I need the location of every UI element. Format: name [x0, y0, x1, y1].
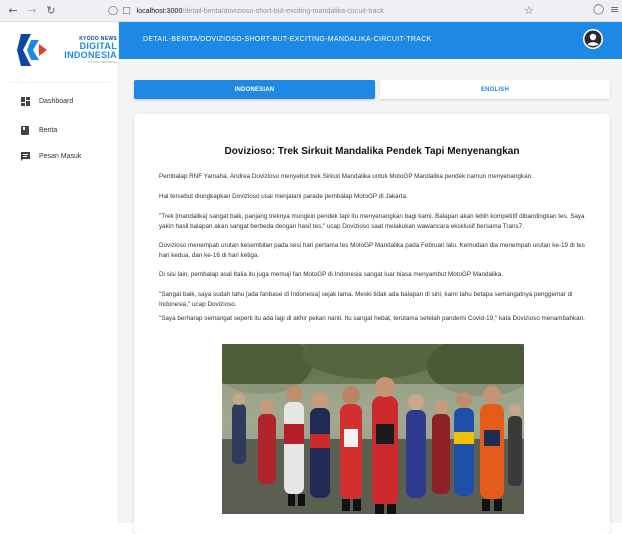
- url-text[interactable]: localhost:3000/detail-berita/dovizioso-s…: [137, 8, 384, 15]
- url-path: /detail-berita/dovizioso-short-but-excit…: [182, 7, 384, 15]
- pocket-icon[interactable]: ◯: [593, 4, 604, 15]
- page-icon[interactable]: □: [122, 6, 131, 16]
- article-paragraph: "Saya berharap semangat seperti itu ada …: [159, 315, 585, 322]
- article-card: Dovizioso: Trek Sirkuit Mandalika Pendek…: [134, 114, 610, 534]
- bookmark-star-icon[interactable]: ☆: [524, 4, 534, 17]
- app-header: DETAIL-BERITA/DOVIZIOSO-SHORT-BUT-EXCITI…: [119, 22, 622, 59]
- article-title: Dovizioso: Trek Sirkuit Mandalika Pendek…: [224, 146, 520, 157]
- article-paragraph: Pembalap RNF Yamaha, Andrea Dovizioso me…: [159, 173, 533, 180]
- article-paragraph: "Trek [mandalika] sangat baik, panjang t…: [159, 213, 585, 230]
- book-icon: [20, 125, 30, 135]
- logo-text: KYODO NEWS DIGITAL INDONESIA PT. RAD IND…: [57, 36, 117, 64]
- article-paragraph: Dovizioso menempati urutan kesembilan pa…: [159, 242, 585, 259]
- article-paragraph: "Sangat baik, saya sudah tahu [ada fanba…: [159, 291, 573, 308]
- reload-icon[interactable]: ↻: [43, 3, 59, 19]
- article-paragraph: Di sisi lain, pembalap asal Italia itu j…: [159, 271, 504, 278]
- main-content: INDONESIAN ENGLISH Dovizioso: Trek Sirku…: [119, 59, 622, 534]
- forward-icon[interactable]: →: [24, 3, 40, 19]
- sidebar-item-label: Berita: [39, 126, 58, 134]
- user-avatar-icon[interactable]: [583, 29, 603, 49]
- message-icon: [20, 151, 30, 161]
- browser-toolbar: ← → ↻ ◯ □ localhost:3000/detail-berita/d…: [0, 0, 622, 22]
- sidebar-item-dashboard[interactable]: Dashboard: [20, 94, 73, 108]
- tab-indonesian[interactable]: INDONESIAN: [134, 80, 375, 99]
- article-photo: [222, 344, 524, 514]
- logo[interactable]: KYODO NEWS DIGITAL INDONESIA PT. RAD IND…: [17, 30, 117, 75]
- sidebar-item-pesan-masuk[interactable]: Pesan Masuk: [20, 149, 81, 163]
- logo-mark-icon: [17, 34, 47, 66]
- sidebar: KYODO NEWS DIGITAL INDONESIA PT. RAD IND…: [0, 22, 119, 523]
- sidebar-item-label: Dashboard: [39, 97, 74, 105]
- url-host: localhost:3000: [136, 7, 183, 15]
- logo-tagline: PT. RAD INDONESIA: [88, 60, 117, 64]
- riders-parade-image: [222, 344, 524, 514]
- back-icon[interactable]: ←: [5, 3, 21, 19]
- sidebar-item-label: Pesan Masuk: [39, 152, 82, 160]
- page-title: DETAIL-BERITA/DOVIZIOSO-SHORT-BUT-EXCITI…: [143, 36, 432, 43]
- address-bar[interactable]: ◯ □ localhost:3000/detail-berita/dovizio…: [100, 3, 545, 19]
- menu-icon[interactable]: ≡: [610, 3, 619, 16]
- logo-line3: INDONESIA: [64, 50, 117, 60]
- dashboard-icon: [20, 96, 30, 106]
- sidebar-item-berita[interactable]: Berita: [20, 123, 57, 137]
- article-paragraph: Hal tersebut diungkapkan Dovizioso usai …: [159, 193, 408, 200]
- shield-icon[interactable]: ◯: [108, 6, 118, 16]
- tab-english[interactable]: ENGLISH: [380, 80, 610, 99]
- sidebar-divider: [10, 82, 110, 83]
